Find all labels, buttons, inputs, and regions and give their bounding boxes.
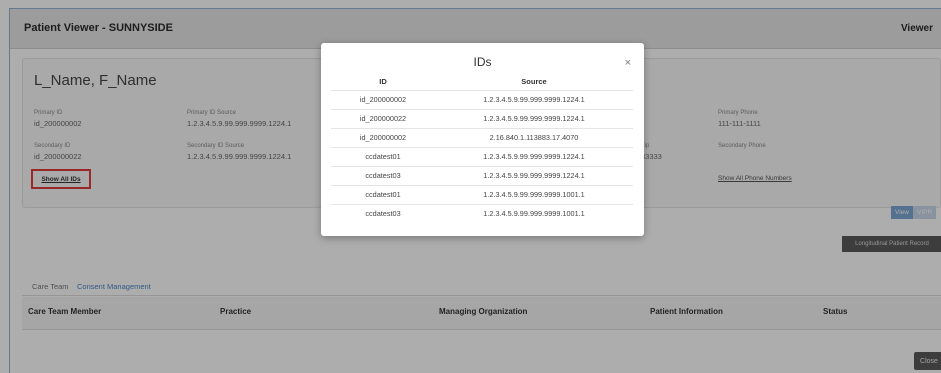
source-cell: 1.2.3.4.5.9.99.999.9999.1224.1 [435,108,633,128]
source-cell: 2.16.840.1.113883.17.4070 [435,127,633,147]
table-row: id_200000002 2.16.840.1.113883.17.4070 [331,127,633,147]
ids-column-header-id: ID [379,77,387,87]
ids-dialog: IDs × ID Source id_200000002 1.2.3.4.5.9… [321,43,644,236]
source-cell: 1.2.3.4.5.9.99.999.9999.1001.1 [435,184,633,204]
ids-table: ID Source id_200000002 1.2.3.4.5.9.99.99… [331,74,633,223]
id-cell: id_200000022 [331,108,435,128]
id-cell: ccdatest01 [331,184,435,204]
source-cell: 1.2.3.4.5.9.99.999.9999.1001.1 [435,203,633,223]
id-cell: ccdatest01 [331,146,435,166]
id-cell: id_200000002 [331,89,435,109]
table-row: id_200000002 1.2.3.4.5.9.99.999.9999.122… [331,89,633,109]
id-cell: ccdatest03 [331,203,435,223]
ids-dialog-title: IDs [473,55,492,69]
source-cell: 1.2.3.4.5.9.99.999.9999.1224.1 [435,89,633,109]
close-icon[interactable]: × [625,57,631,69]
id-cell: ccdatest03 [331,165,435,185]
ids-column-header-source: Source [521,77,547,87]
table-row: ccdatest01 1.2.3.4.5.9.99.999.9999.1224.… [331,146,633,166]
table-row: id_200000022 1.2.3.4.5.9.99.999.9999.122… [331,108,633,128]
table-row: ccdatest03 1.2.3.4.5.9.99.999.9999.1224.… [331,165,633,185]
source-cell: 1.2.3.4.5.9.99.999.9999.1224.1 [435,165,633,185]
table-row: ccdatest03 1.2.3.4.5.9.99.999.9999.1001.… [331,203,633,223]
table-row: ccdatest01 1.2.3.4.5.9.99.999.9999.1001.… [331,184,633,204]
id-cell: id_200000002 [331,127,435,147]
source-cell: 1.2.3.4.5.9.99.999.9999.1224.1 [435,146,633,166]
